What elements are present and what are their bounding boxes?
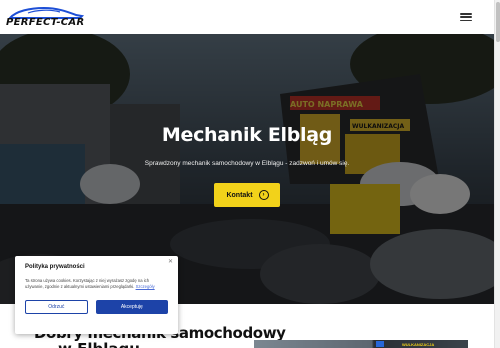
scrollbar-thumb[interactable] bbox=[496, 2, 500, 42]
site-logo[interactable]: PERFECT-CAR bbox=[6, 6, 86, 28]
reject-button[interactable]: Odrzuć bbox=[25, 299, 88, 314]
section-title-line2: w Elblągu bbox=[58, 340, 140, 348]
section-image-label: WULKANIZACJA bbox=[402, 342, 435, 347]
hamburger-menu-icon[interactable] bbox=[460, 11, 472, 23]
hero-content: Mechanik Elbląg Sprawdzony mechanik samo… bbox=[0, 124, 494, 207]
logo-text: PERFECT-CAR bbox=[6, 17, 85, 28]
cookie-buttons: Odrzuć Akceptuję bbox=[25, 299, 168, 314]
close-icon[interactable]: ✕ bbox=[168, 258, 173, 265]
section-image-badge bbox=[376, 341, 384, 347]
contact-button-label: Kontakt bbox=[226, 191, 253, 199]
cookie-body: Ta strona używa cookies. Korzystając z n… bbox=[25, 278, 150, 290]
section-image bbox=[254, 340, 468, 348]
cookie-title: Polityka prywatności bbox=[25, 264, 85, 270]
cookie-text: Ta strona używa cookies. Korzystając z n… bbox=[25, 278, 168, 291]
site-header: PERFECT-CAR bbox=[0, 0, 494, 34]
contact-button[interactable]: Kontakt › bbox=[214, 183, 280, 207]
scrollbar[interactable] bbox=[494, 0, 500, 348]
hero-subtitle: Sprawdzony mechanik samochodowy w Elbląg… bbox=[144, 160, 350, 167]
page: PERFECT-CAR Mechanik Elbląg Sprawdzony m… bbox=[0, 0, 500, 348]
hero-title: Mechanik Elbląg bbox=[161, 124, 333, 146]
circle-arrow-right-icon: › bbox=[258, 190, 269, 200]
cookie-details-link[interactable]: Szczegóły bbox=[136, 284, 155, 289]
accept-button[interactable]: Akceptuję bbox=[95, 299, 168, 314]
cookie-consent-dialog: ✕ Polityka prywatności Ta strona używa c… bbox=[15, 256, 178, 334]
